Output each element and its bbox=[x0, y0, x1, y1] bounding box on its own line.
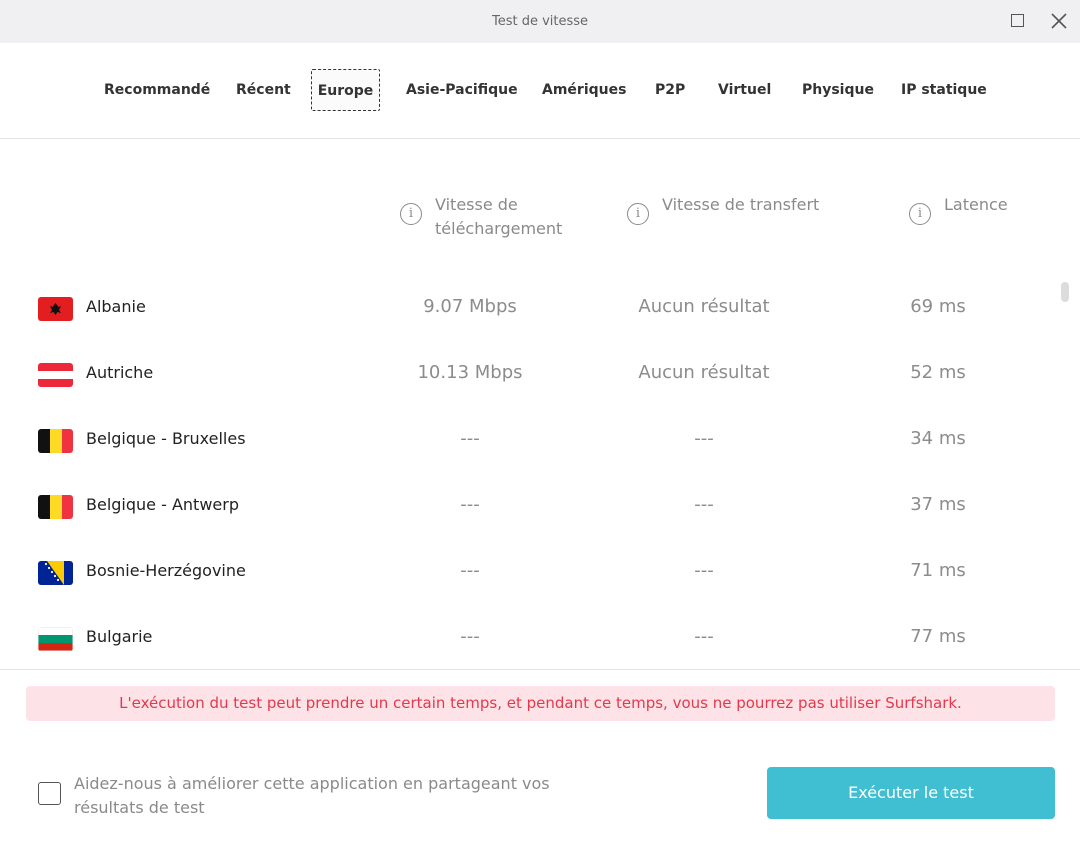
tab-virtuel[interactable]: Virtuel bbox=[718, 69, 771, 111]
warning-banner: L'exécution du test peut prendre un cert… bbox=[26, 686, 1055, 721]
latency-value: 77 ms bbox=[910, 626, 966, 647]
flag-belgium-icon bbox=[38, 495, 73, 519]
scrollbar-thumb[interactable] bbox=[1061, 282, 1069, 302]
server-row-autriche[interactable]: Autriche 10.13 Mbps Aucun résultat 52 ms bbox=[0, 346, 1060, 402]
country-name: Belgique - Antwerp bbox=[86, 495, 239, 514]
flag-bosnia-icon bbox=[38, 561, 73, 585]
server-row-belgique-antwerp[interactable]: Belgique - Antwerp --- --- 37 ms bbox=[0, 478, 1060, 534]
flag-belgium-icon bbox=[38, 429, 73, 453]
tab-physique[interactable]: Physique bbox=[802, 69, 874, 111]
country-name: Bosnie-Herzégovine bbox=[86, 561, 246, 580]
download-speed-value: --- bbox=[460, 560, 480, 581]
tab-europe[interactable]: Europe bbox=[311, 69, 380, 111]
info-icon[interactable]: i bbox=[909, 203, 931, 225]
tab-asie-pacifique[interactable]: Asie-Pacifique bbox=[406, 69, 518, 111]
download-speed-value: 9.07 Mbps bbox=[423, 296, 517, 317]
upload-speed-value: --- bbox=[694, 626, 714, 647]
upload-header-label: Vitesse de transfert bbox=[662, 195, 820, 214]
maximize-icon bbox=[1011, 14, 1024, 27]
latency-value: 37 ms bbox=[910, 494, 966, 515]
close-button[interactable] bbox=[1048, 10, 1070, 32]
download-header-label: Vitesse de téléchargement bbox=[435, 195, 563, 238]
upload-speed-value: --- bbox=[694, 494, 714, 515]
server-row-albanie[interactable]: Albanie 9.07 Mbps Aucun résultat 69 ms bbox=[0, 280, 1060, 336]
window-title: Test de vitesse bbox=[491, 14, 589, 29]
latency-value: 69 ms bbox=[910, 296, 966, 317]
maximize-button[interactable] bbox=[1007, 10, 1029, 32]
tab-p2p[interactable]: P2P bbox=[655, 69, 685, 111]
region-tabs: Recommandé Récent Europe Asie-Pacifique … bbox=[0, 43, 1080, 139]
download-speed-value: --- bbox=[460, 626, 480, 647]
upload-speed-value: --- bbox=[694, 428, 714, 449]
download-speed-value: --- bbox=[460, 494, 480, 515]
server-row-bulgarie[interactable]: Bulgarie --- --- 77 ms bbox=[0, 610, 1060, 666]
country-name: Albanie bbox=[86, 297, 146, 316]
close-icon bbox=[1051, 13, 1067, 29]
info-icon[interactable]: i bbox=[400, 203, 422, 225]
upload-speed-value: --- bbox=[694, 560, 714, 581]
latency-value: 34 ms bbox=[910, 428, 966, 449]
country-name: Belgique - Bruxelles bbox=[86, 429, 246, 448]
country-name: Bulgarie bbox=[86, 627, 153, 646]
tab-recent[interactable]: Récent bbox=[236, 69, 291, 111]
info-icon[interactable]: i bbox=[627, 203, 649, 225]
download-speed-value: --- bbox=[460, 428, 480, 449]
run-test-button[interactable]: Exécuter le test bbox=[767, 767, 1055, 819]
server-row-bosnie-herzegovine[interactable]: Bosnie-Herzégovine --- --- 71 ms bbox=[0, 544, 1060, 600]
flag-bulgaria-icon bbox=[38, 627, 73, 651]
upload-speed-value: Aucun résultat bbox=[638, 296, 770, 317]
share-results-checkbox[interactable] bbox=[38, 782, 61, 805]
server-row-belgique-bruxelles[interactable]: Belgique - Bruxelles --- --- 34 ms bbox=[0, 412, 1060, 468]
tab-recommande[interactable]: Recommandé bbox=[104, 69, 210, 111]
country-name: Autriche bbox=[86, 363, 154, 382]
latency-value: 52 ms bbox=[910, 362, 966, 383]
title-bar: Test de vitesse bbox=[0, 0, 1080, 43]
divider bbox=[0, 669, 1080, 670]
tab-ip-statique[interactable]: IP statique bbox=[901, 69, 987, 111]
download-speed-value: 10.13 Mbps bbox=[417, 362, 523, 383]
flag-albania-icon bbox=[38, 297, 73, 321]
flag-austria-icon bbox=[38, 363, 73, 387]
upload-speed-value: Aucun résultat bbox=[638, 362, 770, 383]
latency-value: 71 ms bbox=[910, 560, 966, 581]
tab-ameriques[interactable]: Amériques bbox=[542, 69, 626, 111]
share-results-label[interactable]: Aidez-nous à améliorer cette application… bbox=[74, 772, 574, 820]
latency-header-label: Latence bbox=[944, 195, 1008, 214]
